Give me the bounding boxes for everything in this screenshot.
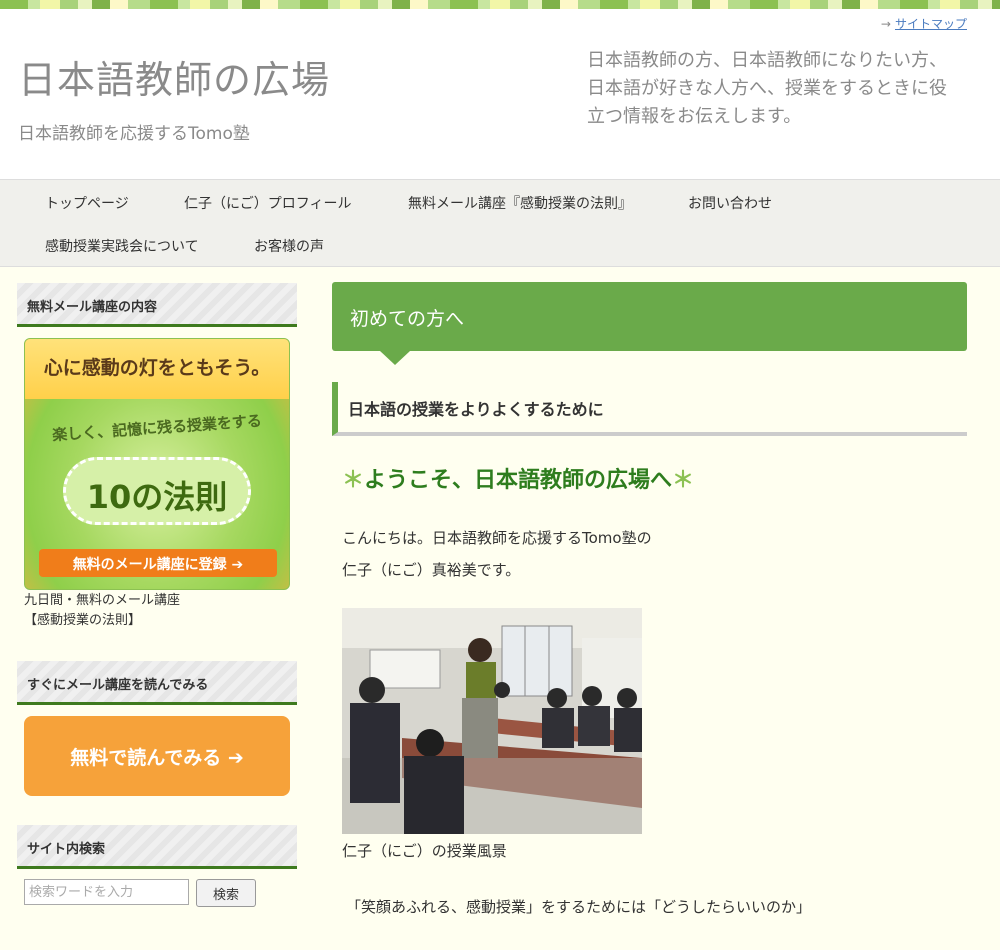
nav-item-profile[interactable]: 仁子（にご）プロフィール: [184, 193, 351, 213]
main-navigation: トップページ 仁子（にご）プロフィール 無料メール講座『感動授業の法則』 お問い…: [0, 179, 1000, 267]
search-button[interactable]: 検索: [196, 879, 256, 907]
banner-badge: 10の法則: [63, 457, 251, 525]
decorative-stripe: [0, 0, 1000, 9]
banner-headline: 心に感動の灯をともそう。: [25, 339, 289, 399]
classroom-photo: [342, 608, 642, 834]
read-free-button[interactable]: 無料で読んでみる ➔: [24, 716, 290, 796]
widget-title-mail-course: 無料メール講座の内容: [17, 283, 297, 327]
arrow-right-icon: →: [880, 17, 891, 31]
classroom-photo-illustration: [342, 608, 642, 834]
nav-item-top[interactable]: トップページ: [45, 193, 129, 213]
sitemap-link[interactable]: → サイトマップ: [881, 15, 967, 32]
site-description: 日本語教師の方、日本語教師になりたい方、日本語が好きな人方へ、授業をするときに役…: [587, 50, 947, 127]
page-heading: 初めての方へ: [332, 282, 967, 365]
welcome-heading: ＊ようこそ、日本語教師の広場へ＊: [342, 462, 694, 494]
photo-caption: 仁子（にご）の授業風景: [342, 842, 507, 860]
nav-item-contact[interactable]: お問い合わせ: [688, 193, 772, 213]
nav-item-testimonials[interactable]: お客様の声: [254, 236, 324, 256]
site-subtitle: 日本語教師を応援するTomo塾: [18, 124, 250, 144]
section-heading: 日本語の授業をよりよくするために: [332, 382, 967, 436]
site-header: → サイトマップ 日本語教師の広場 日本語教師を応援するTomo塾 日本語教師の方…: [0, 9, 1000, 179]
banner-caption-line1: 九日間・無料のメール講座: [24, 593, 181, 608]
banner-caption-line2: 【感動授業の法則】: [24, 613, 142, 628]
banner-caption: 九日間・無料のメール講座 【感動授業の法則】: [24, 591, 180, 631]
sitemap-label[interactable]: サイトマップ: [895, 17, 967, 31]
widget-title-read-now: すぐにメール講座を読んでみる: [17, 661, 297, 705]
intro-line1: こんにちは。日本語教師を応援するTomo塾の: [342, 529, 652, 547]
widget-title-site-search: サイト内検索: [17, 825, 297, 869]
star-icon: ＊: [342, 468, 365, 493]
site-title[interactable]: 日本語教師の広場: [18, 49, 330, 104]
intro-text: こんにちは。日本語教師を応援するTomo塾の 仁子（にご）真裕美です。: [342, 522, 652, 586]
banner-subheadline: 楽しく、記憶に残る授業をする: [51, 411, 263, 445]
welcome-text: ようこそ、日本語教師の広場へ: [364, 468, 673, 493]
star-icon: ＊: [672, 468, 695, 493]
search-input[interactable]: [24, 879, 189, 905]
mail-course-banner[interactable]: 心に感動の灯をともそう。 楽しく、記憶に残る授業をする 10の法則 無料のメール…: [24, 338, 290, 590]
body-paragraph: 「笑顔あふれる、感動授業」をするためには「どうしたらいいのか」: [346, 898, 812, 916]
nav-item-practice-group[interactable]: 感動授業実践会について: [45, 236, 199, 256]
intro-line2: 仁子（にご）真裕美です。: [342, 561, 521, 579]
banner-register-button[interactable]: 無料のメール講座に登録 ➔: [39, 549, 277, 577]
nav-item-mail-course[interactable]: 無料メール講座『感動授業の法則』: [408, 193, 632, 213]
